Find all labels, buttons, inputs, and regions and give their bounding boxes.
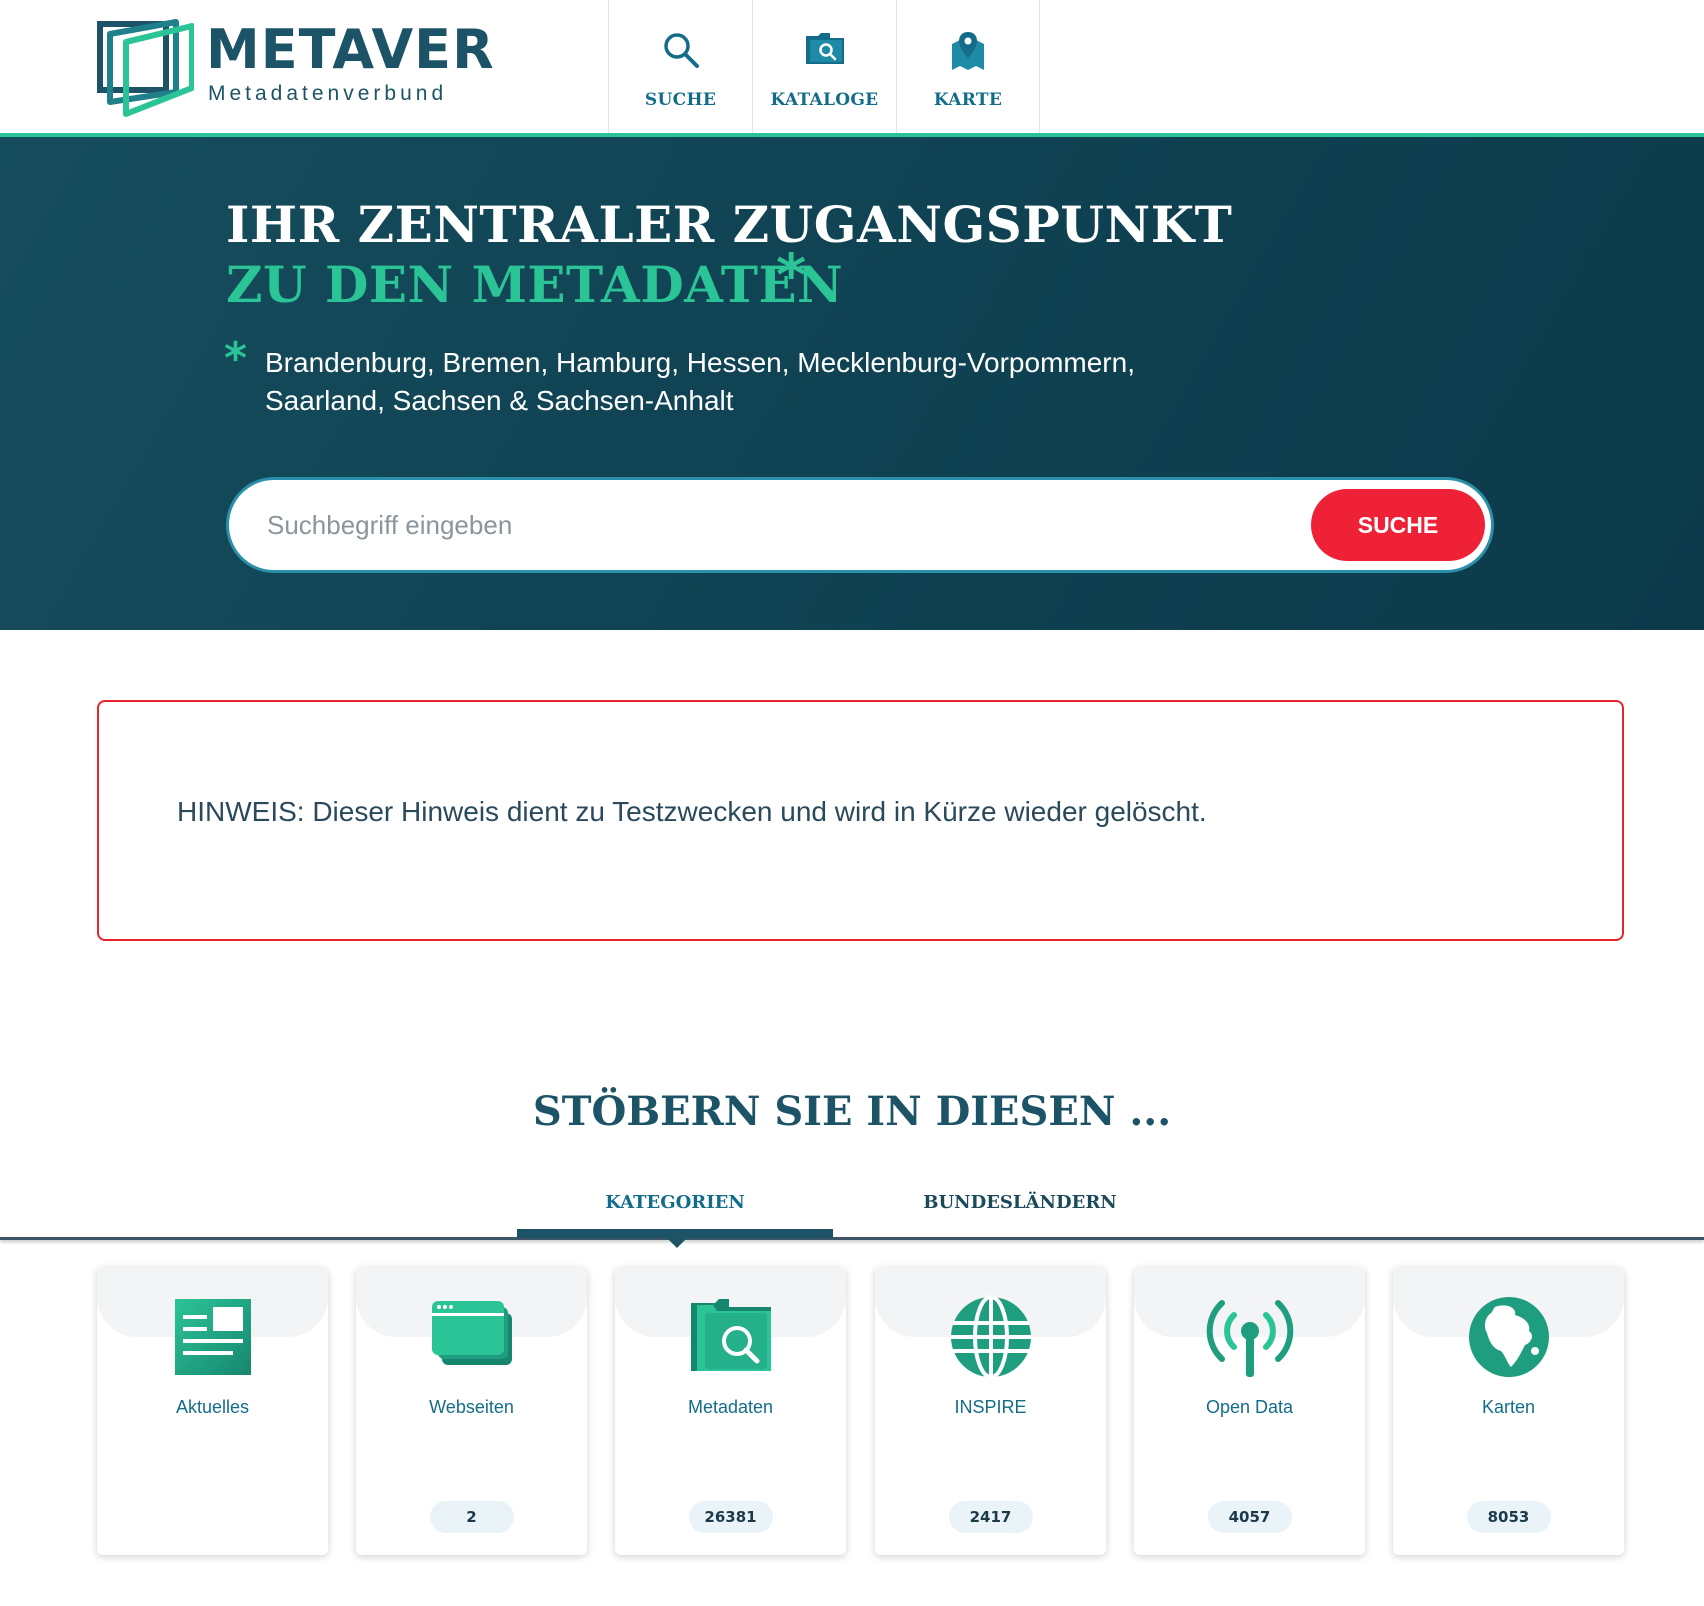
hero-states-list: Brandenburg, Bremen, Hamburg, Hessen, Me… — [265, 344, 1225, 420]
card-karten[interactable]: Karten 8053 — [1393, 1267, 1624, 1555]
logo-subtitle: Metadatenverbund — [208, 82, 448, 105]
broadcast-antenna-icon — [1206, 1300, 1293, 1377]
card-count-badge: 8053 — [1466, 1501, 1551, 1533]
card-inspire[interactable]: INSPIRE 2417 — [875, 1267, 1106, 1555]
browse-title: STÖBERN SIE IN DIESEN ... — [532, 1088, 1172, 1135]
category-cards: Aktuelles Webseiten 2 Metadaten 26381 IN… — [97, 1267, 1625, 1557]
map-pin-icon — [952, 32, 984, 70]
folder-search-icon — [690, 1299, 771, 1371]
card-label: Aktuelles — [175, 1397, 250, 1417]
logo-frames-icon — [97, 19, 194, 117]
card-count-badge: 2417 — [948, 1501, 1033, 1533]
hero-section: IHR ZENTRALER ZUGANGSPUNKT ZU DEN METADA… — [0, 137, 1704, 630]
nav-suche[interactable]: SUCHE — [608, 0, 752, 133]
metaver-logo[interactable]: METAVER Metadatenverbund — [96, 18, 494, 118]
tab-bundeslaendern[interactable]: BUNDESLÄNDERN — [855, 1192, 1185, 1213]
hero-title-line1: IHR ZENTRALER ZUGANGSPUNKT — [226, 195, 1233, 254]
notice-text: HINWEIS: Dieser Hinweis dient zu Testzwe… — [177, 796, 1207, 827]
nav-kataloge[interactable]: KATALOGE — [752, 0, 896, 133]
browser-windows-icon — [431, 1301, 512, 1365]
card-open-data[interactable]: Open Data 4057 — [1134, 1267, 1365, 1555]
states-line-1: Brandenburg, Bremen, Hamburg, Hessen, Me… — [265, 347, 1135, 378]
earth-africa-icon — [1468, 1297, 1549, 1377]
card-count-badge: 2 — [429, 1501, 514, 1533]
search-input[interactable] — [267, 480, 1267, 570]
nav-karte-label: KARTE — [933, 90, 1003, 110]
notice-box: HINWEIS: Dieser Hinweis dient zu Testzwe… — [97, 700, 1624, 941]
states-asterisk: * — [224, 333, 248, 384]
card-count-badge: 4057 — [1207, 1501, 1292, 1533]
search-button[interactable]: SUCHE — [1311, 489, 1485, 561]
globe-grid-icon — [950, 1295, 1031, 1379]
tab-kategorien[interactable]: KATEGORIEN — [517, 1192, 833, 1213]
logo-title: METAVER — [206, 18, 495, 81]
main-nav: SUCHE KATALOGE KARTE — [608, 0, 1040, 133]
card-metadaten[interactable]: Metadaten 26381 — [615, 1267, 846, 1555]
states-line-2: Saarland, Sachsen & Sachsen-Anhalt — [265, 385, 734, 416]
nav-kataloge-label: KATALOGE — [770, 90, 879, 110]
site-header: METAVER Metadatenverbund SUCHE KATALOGE — [0, 0, 1704, 137]
card-label: Metadaten — [687, 1397, 774, 1417]
active-tab-caret — [665, 1236, 689, 1248]
browse-tabs: KATEGORIEN BUNDESLÄNDERN — [0, 1180, 1704, 1248]
card-aktuelles[interactable]: Aktuelles — [97, 1267, 328, 1555]
card-label: Open Data — [1205, 1397, 1294, 1417]
catalog-folder-icon — [805, 33, 844, 64]
card-label: INSPIRE — [954, 1397, 1027, 1417]
card-label: Karten — [1481, 1397, 1536, 1417]
hero-title-line2: ZU DEN METADATEN — [226, 255, 844, 314]
search-icon — [663, 33, 699, 68]
hero-asterisk: * — [776, 241, 807, 309]
tab-divider — [0, 1237, 1704, 1240]
card-webseiten[interactable]: Webseiten 2 — [356, 1267, 587, 1555]
card-count-badge: 26381 — [688, 1501, 773, 1533]
news-icon — [174, 1299, 251, 1375]
nav-suche-label: SUCHE — [644, 90, 717, 110]
card-label: Webseiten — [429, 1397, 514, 1417]
search-bar: SUCHE — [226, 477, 1494, 573]
nav-karte[interactable]: KARTE — [896, 0, 1040, 133]
